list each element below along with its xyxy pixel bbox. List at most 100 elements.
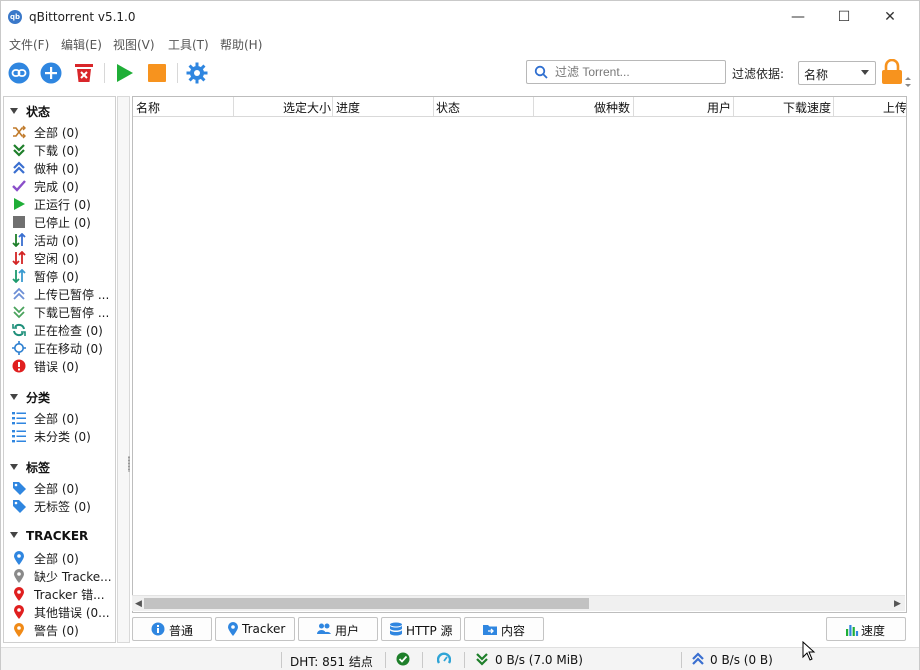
tab-content[interactable]: 内容 bbox=[464, 617, 544, 641]
pin-icon bbox=[14, 623, 24, 637]
speed-button[interactable]: 速度 bbox=[826, 617, 906, 641]
chevron-down-icon bbox=[861, 70, 869, 75]
column-peers[interactable]: 用户 bbox=[707, 99, 731, 116]
status-stopped[interactable]: 已停止 (0) bbox=[12, 213, 114, 231]
app-icon: qb bbox=[8, 10, 22, 24]
menu-tools[interactable]: 工具(T) bbox=[168, 36, 209, 53]
collapse-triangle-icon bbox=[10, 464, 18, 470]
column-download-speed[interactable]: 下载速度 bbox=[783, 99, 831, 116]
search-input[interactable] bbox=[553, 62, 722, 82]
status-checking[interactable]: 正在检查 (0) bbox=[12, 321, 114, 339]
section-categories-header[interactable]: 分类 bbox=[10, 389, 50, 406]
pin-icon bbox=[228, 622, 238, 636]
tab-peers[interactable]: 用户 bbox=[298, 617, 378, 641]
status-seeding[interactable]: 做种 (0) bbox=[12, 159, 114, 177]
category-all[interactable]: 全部 (0) bbox=[12, 409, 114, 427]
splitter-grip bbox=[128, 456, 130, 472]
menu-file[interactable]: 文件(F) bbox=[9, 36, 49, 53]
section-status-header[interactable]: 状态 bbox=[10, 103, 50, 120]
column-name[interactable]: 名称 bbox=[136, 99, 160, 116]
scroll-left-icon[interactable]: ◀ bbox=[135, 599, 142, 609]
column-divider[interactable] bbox=[233, 97, 234, 116]
main-window: qb qBittorrent v5.1.0 — ☐ ✕ 文件(F) 编辑(E) … bbox=[0, 0, 920, 670]
check-icon bbox=[12, 180, 26, 192]
status-moving[interactable]: 正在移动 (0) bbox=[12, 339, 114, 357]
pin-icon bbox=[14, 587, 24, 601]
start-icon[interactable] bbox=[112, 61, 136, 85]
column-divider[interactable] bbox=[332, 97, 333, 116]
upload-speed-text[interactable]: 0 B/s (0 B) bbox=[710, 653, 773, 667]
column-divider[interactable] bbox=[533, 97, 534, 116]
column-divider[interactable] bbox=[433, 97, 434, 116]
tracker-all[interactable]: 全部 (0) bbox=[12, 549, 114, 567]
status-separator bbox=[281, 652, 282, 668]
settings-gear-icon[interactable] bbox=[185, 61, 209, 85]
folder-icon bbox=[483, 625, 497, 635]
column-selected-size[interactable]: 选定大小 bbox=[283, 99, 331, 116]
section-tags-header[interactable]: 标签 bbox=[10, 459, 50, 476]
column-divider[interactable] bbox=[833, 97, 834, 116]
scroll-right-icon[interactable]: ▶ bbox=[894, 599, 901, 609]
column-progress[interactable]: 进度 bbox=[336, 99, 360, 116]
column-seeds[interactable]: 做种数 bbox=[594, 99, 630, 116]
add-link-icon[interactable] bbox=[7, 61, 31, 85]
database-icon bbox=[390, 622, 402, 636]
collapse-triangle-icon bbox=[10, 532, 18, 538]
table-horizontal-scrollbar[interactable]: ◀ ▶ bbox=[132, 595, 905, 611]
tag-untagged[interactable]: 无标签 (0) bbox=[12, 497, 114, 515]
status-downloading[interactable]: 下载 (0) bbox=[12, 141, 114, 159]
tracker-warning[interactable]: 警告 (0) bbox=[12, 621, 114, 639]
status-stalled-downloading[interactable]: 下载已暂停 ... bbox=[12, 303, 114, 321]
scrollbar-thumb[interactable] bbox=[144, 598, 589, 609]
filter-by-select[interactable]: 名称 bbox=[798, 61, 876, 85]
close-button[interactable]: ✕ bbox=[867, 1, 913, 33]
status-completed[interactable]: 完成 (0) bbox=[12, 177, 114, 195]
tag-all[interactable]: 全部 (0) bbox=[12, 479, 114, 497]
minimize-button[interactable]: — bbox=[775, 1, 821, 33]
status-inactive[interactable]: 空闲 (0) bbox=[12, 249, 114, 267]
status-stalled-uploading[interactable]: 上传已暂停 ... bbox=[12, 285, 114, 303]
remove-torrent-icon[interactable] bbox=[72, 61, 96, 85]
menu-view[interactable]: 视图(V) bbox=[113, 36, 155, 53]
column-status[interactable]: 状态 bbox=[436, 99, 460, 116]
torrent-table[interactable]: 名称 选定大小 进度 状态 做种数 用户 下载速度 上传 bbox=[132, 96, 907, 613]
bar-chart-icon bbox=[846, 625, 859, 636]
collapse-triangle-icon bbox=[10, 108, 18, 114]
users-icon bbox=[317, 623, 331, 634]
connection-ok-icon[interactable] bbox=[396, 652, 410, 666]
tab-general[interactable]: 普通 bbox=[132, 617, 212, 641]
list-icon bbox=[12, 412, 26, 425]
tab-http-sources[interactable]: HTTP 源 bbox=[381, 617, 461, 641]
column-divider[interactable] bbox=[733, 97, 734, 116]
column-upload-speed[interactable]: 上传 bbox=[883, 99, 906, 116]
add-torrent-icon[interactable] bbox=[39, 61, 63, 85]
upload-icon bbox=[13, 161, 25, 174]
search-box[interactable] bbox=[526, 60, 726, 84]
status-running[interactable]: 正运行 (0) bbox=[12, 195, 114, 213]
tab-trackers[interactable]: Tracker bbox=[215, 617, 295, 641]
filter-by-label: 过滤依据: bbox=[732, 67, 785, 81]
lock-icon[interactable] bbox=[881, 59, 903, 85]
tracker-error[interactable]: Tracker 错... bbox=[12, 585, 114, 603]
maximize-button[interactable]: ☐ bbox=[821, 1, 867, 33]
column-divider[interactable] bbox=[633, 97, 634, 116]
menu-edit[interactable]: 编辑(E) bbox=[61, 36, 102, 53]
upload-speed-icon bbox=[692, 652, 704, 665]
status-errored[interactable]: 错误 (0) bbox=[12, 357, 114, 375]
pin-icon bbox=[14, 551, 24, 565]
category-uncategorized[interactable]: 未分类 (0) bbox=[12, 427, 114, 445]
speed-limit-icon[interactable] bbox=[437, 652, 451, 666]
splitter-handle[interactable] bbox=[117, 96, 130, 641]
stop-icon[interactable] bbox=[145, 61, 169, 85]
status-separator bbox=[464, 652, 465, 668]
status-stalled[interactable]: 暂停 (0) bbox=[12, 267, 114, 285]
status-active[interactable]: 活动 (0) bbox=[12, 231, 114, 249]
download-speed-text[interactable]: 0 B/s (7.0 MiB) bbox=[495, 653, 583, 667]
scroll-arrows-icon bbox=[905, 77, 911, 87]
section-trackers-header[interactable]: TRACKER bbox=[10, 529, 88, 543]
status-all[interactable]: 全部 (0) bbox=[12, 123, 114, 141]
tracker-other-error[interactable]: 其他错误 (0... bbox=[12, 603, 114, 621]
menu-help[interactable]: 帮助(H) bbox=[220, 36, 262, 53]
tracker-trackerless[interactable]: 缺少 Tracke... bbox=[12, 567, 114, 585]
tag-icon bbox=[13, 482, 26, 495]
